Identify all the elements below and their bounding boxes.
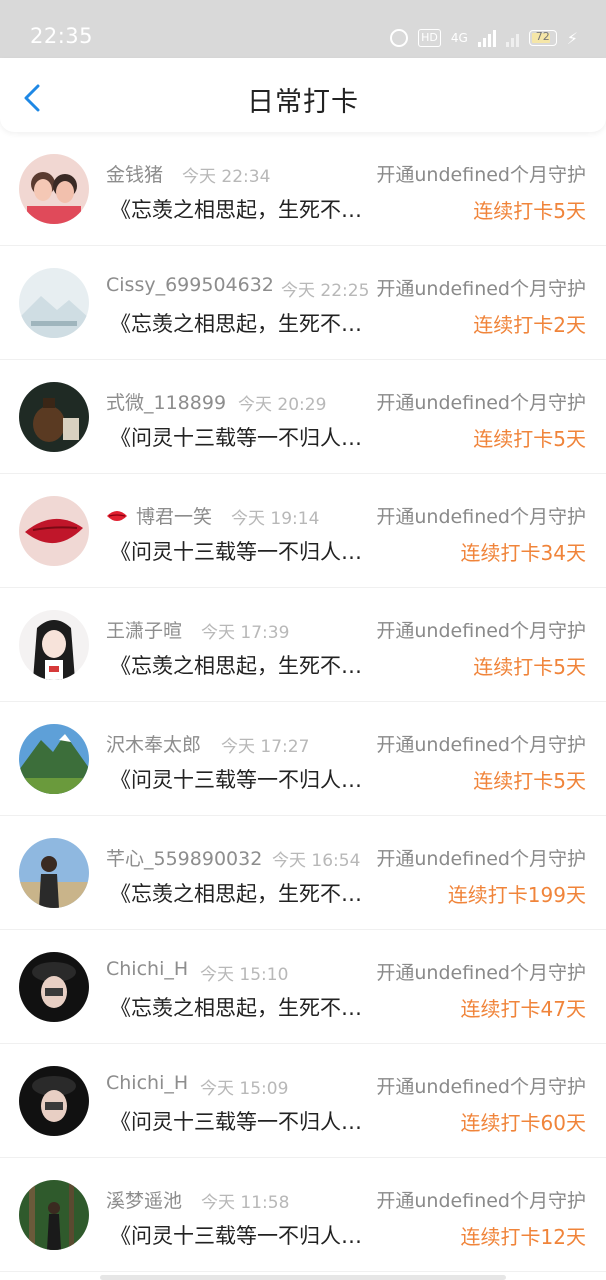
streak-label: 连续打卡5天 <box>473 427 586 451</box>
header: 日常打卡 <box>0 58 606 132</box>
content-text[interactable]: 《忘羡之相思起，生死不… <box>110 878 362 908</box>
list-item[interactable]: 式微_118899 今天 20:29 开通undefined个月守护 《问灵十三… <box>0 360 606 474</box>
guard-label: 开通undefined个月守护 <box>376 620 586 642</box>
scroll-indicator <box>100 1275 506 1280</box>
signal-icon <box>477 29 496 47</box>
guard-label: 开通undefined个月守护 <box>376 734 586 756</box>
avatar[interactable] <box>19 1066 89 1136</box>
hd-icon: HD <box>418 29 441 47</box>
avatar[interactable] <box>19 1180 89 1250</box>
user-name[interactable]: Chichi_H <box>106 958 188 980</box>
avatar[interactable] <box>19 724 89 794</box>
signal-icon-2 <box>505 29 519 47</box>
list-item[interactable]: 王潇子暄 今天 17:39 开通undefined个月守护 《忘羡之相思起，生死… <box>0 588 606 702</box>
guard-label: 开通undefined个月守护 <box>376 848 586 870</box>
alarm-icon <box>390 29 409 47</box>
status-icons: HD 4G 72 ⚡ <box>390 26 578 50</box>
post-time: 今天 15:09 <box>200 1079 289 1099</box>
streak-label: 连续打卡5天 <box>473 655 586 679</box>
post-time: 今天 15:10 <box>200 965 289 985</box>
battery-level: 72 <box>535 30 550 43</box>
guard-label: 开通undefined个月守护 <box>376 278 586 300</box>
post-time: 今天 22:34 <box>182 167 271 187</box>
status-bar: 22:35 HD 4G 72 ⚡ <box>0 0 606 58</box>
list-item[interactable]: 芊心_559890032 今天 16:54 开通undefined个月守护 《忘… <box>0 816 606 930</box>
streak-label: 连续打卡199天 <box>447 883 586 907</box>
list-item[interactable]: 溪梦遥池 今天 11:58 开通undefined个月守护 《问灵十三载等一不归… <box>0 1158 606 1272</box>
page-title: 日常打卡 <box>247 87 359 118</box>
user-name[interactable]: Cissy_699504632 <box>106 274 274 296</box>
lips-icon <box>107 510 127 521</box>
post-time: 今天 17:39 <box>201 623 290 643</box>
guard-label: 开通undefined个月守护 <box>376 1190 586 1212</box>
streak-label: 连续打卡5天 <box>473 769 586 793</box>
list-item[interactable]: Chichi_H 今天 15:10 开通undefined个月守护 《忘羡之相思… <box>0 930 606 1044</box>
avatar[interactable] <box>19 382 89 452</box>
user-name[interactable]: 王潇子暄 <box>106 616 182 643</box>
user-name[interactable]: 溪梦遥池 <box>106 1186 182 1213</box>
checkin-list: 金钱猪 今天 22:34 开通undefined个月守护 《忘羡之相思起，生死不… <box>0 132 606 1272</box>
guard-label: 开通undefined个月守护 <box>376 506 586 528</box>
guard-label: 开通undefined个月守护 <box>376 392 586 414</box>
streak-label: 连续打卡47天 <box>460 997 586 1021</box>
charging-icon: ⚡ <box>566 28 578 48</box>
post-time: 今天 19:14 <box>231 509 320 529</box>
avatar[interactable] <box>19 952 89 1022</box>
content-text[interactable]: 《忘羡之相思起，生死不… <box>110 308 362 338</box>
list-item[interactable]: Chichi_H 今天 15:09 开通undefined个月守护 《问灵十三载… <box>0 1044 606 1158</box>
user-name[interactable]: 式微_118899 <box>106 388 226 415</box>
list-item[interactable]: 沢木奉太郎 今天 17:27 开通undefined个月守护 《问灵十三载等一不… <box>0 702 606 816</box>
post-time: 今天 17:27 <box>221 737 310 757</box>
content-text[interactable]: 《问灵十三载等一不归人… <box>110 422 362 452</box>
post-time: 今天 16:54 <box>272 851 361 871</box>
content-text[interactable]: 《忘羡之相思起，生死不… <box>110 194 362 224</box>
user-name-text: 博君一笑 <box>136 506 213 528</box>
avatar[interactable] <box>19 838 89 908</box>
user-name[interactable]: 芊心_559890032 <box>106 844 262 871</box>
status-time: 22:35 <box>30 24 94 48</box>
content-text[interactable]: 《问灵十三载等一不归人… <box>110 764 362 794</box>
streak-label: 连续打卡5天 <box>473 199 586 223</box>
content-text[interactable]: 《问灵十三载等一不归人… <box>110 1106 362 1136</box>
streak-label: 连续打卡2天 <box>473 313 586 337</box>
content-text[interactable]: 《问灵十三载等一不归人… <box>110 536 362 566</box>
battery-icon: 72 <box>528 30 557 46</box>
post-time: 今天 22:25 <box>281 281 370 301</box>
list-item[interactable]: 博君一笑 今天 19:14 开通undefined个月守护 《问灵十三载等一不归… <box>0 474 606 588</box>
post-time: 今天 11:58 <box>201 1193 290 1213</box>
content-text[interactable]: 《忘羡之相思起，生死不… <box>110 992 362 1022</box>
user-name[interactable]: 博君一笑 <box>106 502 212 529</box>
content-text[interactable]: 《忘羡之相思起，生死不… <box>110 650 362 680</box>
guard-label: 开通undefined个月守护 <box>376 164 586 186</box>
avatar[interactable] <box>19 610 89 680</box>
streak-label: 连续打卡34天 <box>460 541 586 565</box>
network-label: 4G <box>450 31 468 45</box>
guard-label: 开通undefined个月守护 <box>376 1076 586 1098</box>
user-name[interactable]: 沢木奉太郎 <box>106 730 201 757</box>
avatar[interactable] <box>19 268 89 338</box>
post-time: 今天 20:29 <box>238 395 327 415</box>
streak-label: 连续打卡60天 <box>460 1111 586 1135</box>
avatar[interactable] <box>19 154 89 224</box>
user-name[interactable]: Chichi_H <box>106 1072 188 1094</box>
user-name[interactable]: 金钱猪 <box>106 160 163 187</box>
list-item[interactable]: 金钱猪 今天 22:34 开通undefined个月守护 《忘羡之相思起，生死不… <box>0 132 606 246</box>
guard-label: 开通undefined个月守护 <box>376 962 586 984</box>
streak-label: 连续打卡12天 <box>460 1225 586 1249</box>
avatar[interactable] <box>19 496 89 566</box>
content-text[interactable]: 《问灵十三载等一不归人… <box>110 1220 362 1250</box>
list-item[interactable]: Cissy_699504632 今天 22:25 开通undefined个月守护… <box>0 246 606 360</box>
